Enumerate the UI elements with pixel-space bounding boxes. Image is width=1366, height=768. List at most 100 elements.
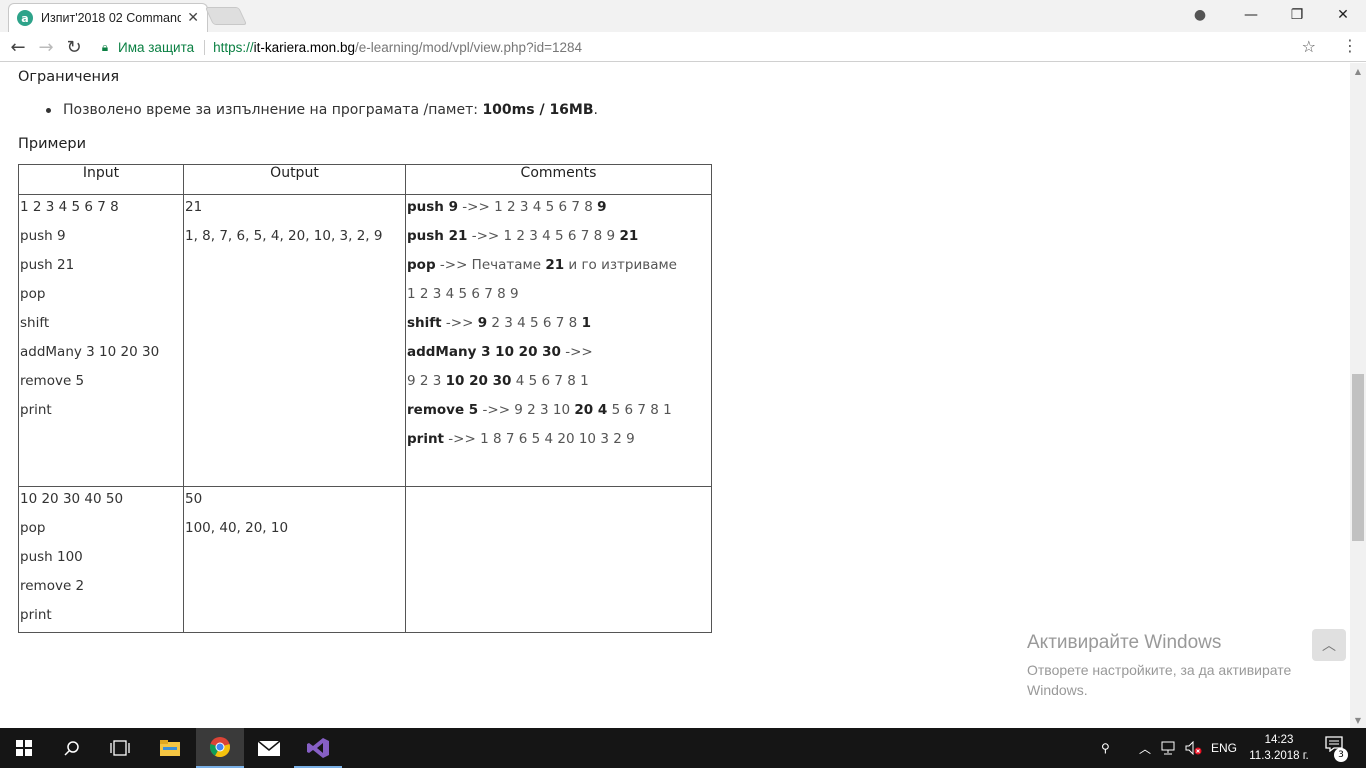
comment-bold-text: print bbox=[407, 431, 445, 447]
comment-bold-text: shift bbox=[407, 315, 442, 331]
system-clock[interactable]: 14:23 11.3.2018 г. bbox=[1248, 732, 1310, 764]
cell-line: shift bbox=[20, 315, 50, 331]
cell-line: push 100 bbox=[20, 549, 83, 565]
comment-text: ->> bbox=[560, 344, 593, 360]
comment-text: ->> Печатаме bbox=[435, 257, 546, 273]
row1-output-cell: 21 1, 8, 7, 6, 5, 4, 20, 10, 3, 2, 9 bbox=[183, 194, 406, 487]
examples-heading: Примери bbox=[18, 136, 87, 152]
forward-button[interactable]: → bbox=[35, 36, 57, 58]
comment-line: push 21 ->> 1 2 3 4 5 6 7 8 9 21 bbox=[407, 224, 710, 253]
cell-line: 10 20 30 40 50 bbox=[20, 491, 124, 507]
cell-line: push 21 bbox=[20, 257, 75, 273]
show-hidden-icons-icon[interactable]: ︿ bbox=[1139, 728, 1151, 768]
constraint-text: Позволено време за изпълнение на програм… bbox=[63, 102, 483, 118]
cell-line: 1, 8, 7, 6, 5, 4, 20, 10, 3, 2, 9 bbox=[185, 228, 383, 244]
comment-bold-text: addMany 3 10 20 30 bbox=[407, 344, 561, 360]
comment-line: print ->> 1 8 7 6 5 4 20 10 3 2 9 bbox=[407, 427, 710, 456]
comment-bold-text: 9 bbox=[597, 199, 607, 215]
header-comments: Comments bbox=[405, 164, 712, 195]
task-view-icon[interactable] bbox=[96, 728, 144, 768]
comment-bold-text: pop bbox=[407, 257, 436, 273]
visual-studio-icon[interactable] bbox=[294, 728, 342, 768]
comment-bold-text: push 9 bbox=[407, 199, 459, 215]
activation-title: Активирайте Windows bbox=[1027, 632, 1222, 653]
comment-text: ->> 9 2 3 10 bbox=[478, 402, 575, 418]
comment-text: 1 2 3 4 5 6 7 8 9 bbox=[407, 286, 519, 302]
constraints-heading: Ограничения bbox=[18, 69, 120, 85]
url-scheme: https:// bbox=[213, 39, 254, 55]
comment-text: и го изтриваме bbox=[564, 257, 677, 273]
reload-button[interactable]: ↻ bbox=[63, 36, 85, 58]
cell-line: remove 2 bbox=[20, 578, 85, 594]
comment-text: ->> bbox=[441, 315, 478, 331]
url-host: it-kariera.mon.bg bbox=[253, 39, 355, 55]
row2-comments-cell bbox=[405, 486, 712, 633]
comment-text: ->> 1 8 7 6 5 4 20 10 3 2 9 bbox=[444, 431, 635, 447]
clock-time: 14:23 bbox=[1264, 734, 1294, 746]
scrollbar-thumb[interactable] bbox=[1352, 374, 1364, 541]
scroll-up-icon[interactable]: ▲ bbox=[1350, 63, 1366, 79]
profile-icon[interactable]: ● bbox=[1190, 5, 1210, 25]
browser-menu-icon[interactable]: ⋮ bbox=[1342, 36, 1358, 55]
scroll-to-top-button[interactable]: ︿ bbox=[1312, 629, 1346, 661]
comment-text: 5 6 7 8 1 bbox=[607, 402, 672, 418]
volume-muted-icon[interactable] bbox=[1185, 728, 1203, 768]
vertical-scrollbar[interactable]: ▲ ▼ bbox=[1350, 63, 1366, 728]
comment-line: remove 5 ->> 9 2 3 10 20 4 5 6 7 8 1 bbox=[407, 398, 710, 427]
browser-tab[interactable]: a Изпит'2018 02 Command ✕ bbox=[8, 3, 208, 32]
cell-line: addMany 3 10 20 30 bbox=[20, 344, 160, 360]
url-path: /e-learning/mod/vpl/view.php?id=1284 bbox=[354, 39, 582, 55]
header-input: Input bbox=[18, 164, 184, 195]
comment-bold-text: 20 4 bbox=[574, 402, 608, 418]
language-indicator[interactable]: ENG bbox=[1211, 728, 1237, 768]
cell-line: print bbox=[20, 402, 52, 418]
table-row: 10 20 30 40 50 pop push 100 remove 2 print 5… bbox=[18, 486, 712, 633]
people-icon[interactable]: ⚲ bbox=[1101, 728, 1110, 768]
new-tab-button[interactable] bbox=[204, 7, 248, 25]
comment-bold-text: remove 5 bbox=[407, 402, 479, 418]
examples-table: Input Output Comments 1 2 3 4 5 6 7 8 pus… bbox=[18, 164, 712, 633]
search-icon[interactable] bbox=[48, 728, 96, 768]
constraint-end: . bbox=[593, 102, 598, 118]
back-button[interactable]: ← bbox=[7, 36, 29, 58]
comment-bold-text: push 21 bbox=[407, 228, 468, 244]
address-bar[interactable]: 🔒︎ Има защита https:// it-kariera.mon.bg… bbox=[92, 34, 1332, 60]
start-button[interactable] bbox=[0, 728, 48, 768]
comment-bold-text: 1 bbox=[581, 315, 591, 331]
tab-close-icon[interactable]: ✕ bbox=[187, 10, 199, 26]
activation-subtitle: Отворете настройките, за да активирате W… bbox=[1027, 662, 1292, 698]
restore-button[interactable]: ❐ bbox=[1274, 0, 1320, 30]
lock-icon: 🔒︎ bbox=[101, 39, 109, 54]
comment-text: ->> 1 2 3 4 5 6 7 8 bbox=[458, 199, 598, 215]
notification-count-badge: 3 bbox=[1334, 748, 1348, 762]
comment-bold-text: 9 bbox=[477, 315, 488, 331]
clock-date: 11.3.2018 г. bbox=[1249, 750, 1309, 762]
cell-line: 100, 40, 20, 10 bbox=[185, 520, 289, 536]
comment-text: ->> 1 2 3 4 5 6 7 8 9 bbox=[467, 228, 620, 244]
mail-icon[interactable] bbox=[245, 728, 293, 768]
scroll-down-icon[interactable]: ▼ bbox=[1350, 712, 1366, 728]
minimize-button[interactable]: — bbox=[1228, 0, 1274, 30]
network-icon[interactable] bbox=[1161, 728, 1179, 768]
bookmark-star-icon[interactable]: ☆ bbox=[1302, 37, 1316, 56]
cell-line: push 9 bbox=[20, 228, 66, 244]
tab-title: Изпит'2018 02 Command bbox=[41, 11, 182, 25]
table-row: 1 2 3 4 5 6 7 8 push 9 push 21 pop shift addM… bbox=[18, 194, 712, 487]
close-window-button[interactable]: ✕ bbox=[1320, 0, 1366, 30]
windows-taskbar: ⚲ ︿ ENG 14:23 11.3.2018 г. 3 bbox=[0, 728, 1366, 768]
cell-line: 50 bbox=[185, 491, 203, 507]
table-header-row: Input Output Comments bbox=[18, 164, 712, 195]
cell-line: pop bbox=[20, 520, 46, 536]
comment-bold-text: 10 20 30 bbox=[445, 373, 512, 389]
file-explorer-icon[interactable] bbox=[146, 728, 194, 768]
comment-line: shift ->> 9 2 3 4 5 6 7 8 1 bbox=[407, 311, 710, 340]
comment-line: pop ->> Печатаме 21 и го изтриваме bbox=[407, 253, 710, 282]
chrome-icon[interactable] bbox=[196, 728, 244, 768]
browser-tab-bar: a Изпит'2018 02 Command ✕ ● — ❐ ✕ bbox=[0, 0, 1366, 32]
cell-line: remove 5 bbox=[20, 373, 85, 389]
row1-input-cell: 1 2 3 4 5 6 7 8 push 9 push 21 pop shift addM… bbox=[18, 194, 184, 487]
comment-text: 4 5 6 7 8 1 bbox=[511, 373, 589, 389]
cell-line: 1 2 3 4 5 6 7 8 bbox=[20, 199, 119, 215]
constraint-item: Позволено време за изпълнение на програм… bbox=[26, 102, 598, 118]
secure-label[interactable]: Има защита bbox=[118, 39, 206, 55]
